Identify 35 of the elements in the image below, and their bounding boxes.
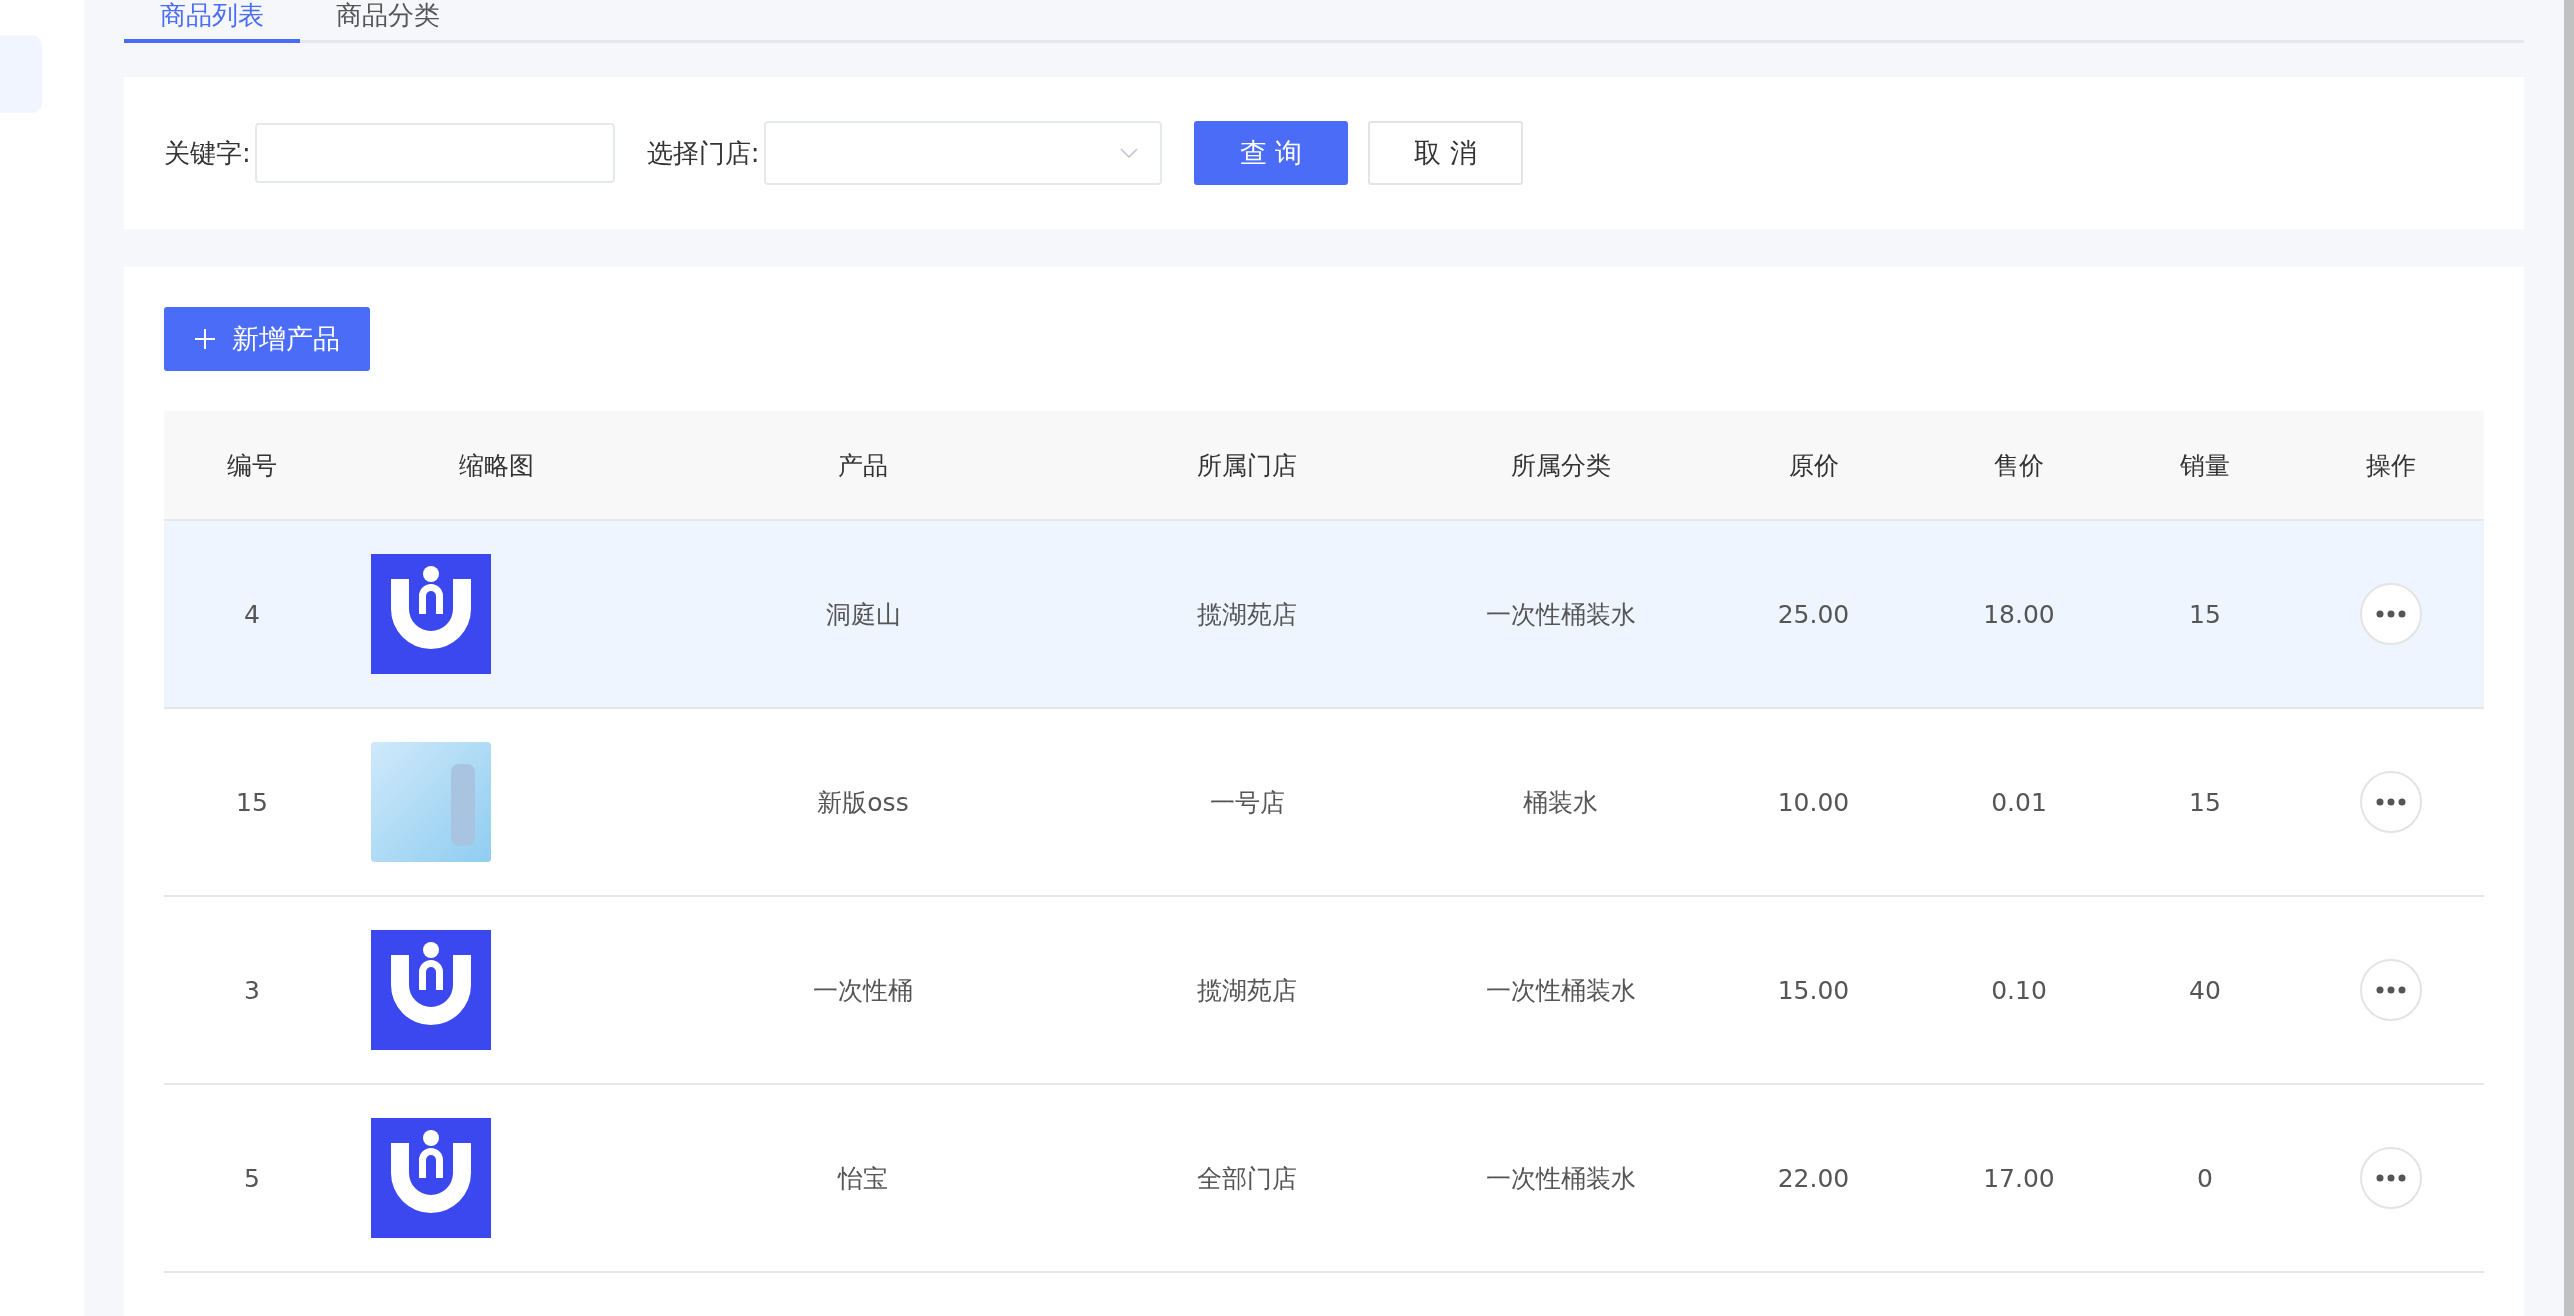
table-cell: 0 <box>2112 1084 2298 1272</box>
more-icon <box>2376 986 2406 994</box>
plus-icon <box>194 328 216 350</box>
more-icon <box>2376 798 2406 806</box>
column-header: 操作 <box>2298 411 2484 520</box>
table-row[interactable]: 4 洞庭山 揽湖苑店 一次性桶装水 25.00 18.00 15 <box>164 520 2484 708</box>
scrollbar[interactable] <box>2564 0 2574 1316</box>
keyword-input[interactable] <box>254 123 615 183</box>
table-row[interactable]: 15 新版oss 一号店 桶装水 10.00 0.01 15 <box>164 708 2484 896</box>
more-icon <box>2376 610 2406 618</box>
column-header: 编号 <box>164 411 340 520</box>
store-label: 选择门店: <box>646 136 760 170</box>
tab[interactable]: 商品分类 <box>300 0 476 43</box>
column-header: 所属分类 <box>1420 411 1701 520</box>
table-cell: 5 <box>164 1084 340 1272</box>
chevron-down-icon <box>1119 148 1138 158</box>
column-header: 缩略图 <box>340 411 652 520</box>
table-cell: 22.00 <box>1701 1084 1926 1272</box>
table-cell: 17.00 <box>1926 1084 2112 1272</box>
keyword-label: 关键字: <box>164 136 251 170</box>
column-header: 销量 <box>2112 411 2298 520</box>
search-button[interactable]: 查 询 <box>1193 121 1349 185</box>
table-cell: 怡宝 <box>652 1084 1074 1272</box>
column-header: 售价 <box>1926 411 2112 520</box>
table-cell: 全部门店 <box>1074 1084 1420 1272</box>
column-header: 产品 <box>652 411 1074 520</box>
more-icon <box>2376 1174 2406 1182</box>
cancel-button[interactable]: 取 消 <box>1368 121 1523 185</box>
add-product-button[interactable]: 新增产品 <box>164 307 370 371</box>
tab[interactable]: 商品列表 <box>124 0 300 43</box>
table-cell: 一次性桶装水 <box>1420 1084 1701 1272</box>
column-header: 所属门店 <box>1074 411 1420 520</box>
table-row[interactable]: 5 怡宝 全部门店 一次性桶装水 22.00 17.00 0 <box>164 1084 2484 1272</box>
column-header: 原价 <box>1701 411 1926 520</box>
table-row[interactable]: 3 一次性桶 揽湖苑店 一次性桶装水 15.00 0.10 40 <box>164 896 2484 1084</box>
